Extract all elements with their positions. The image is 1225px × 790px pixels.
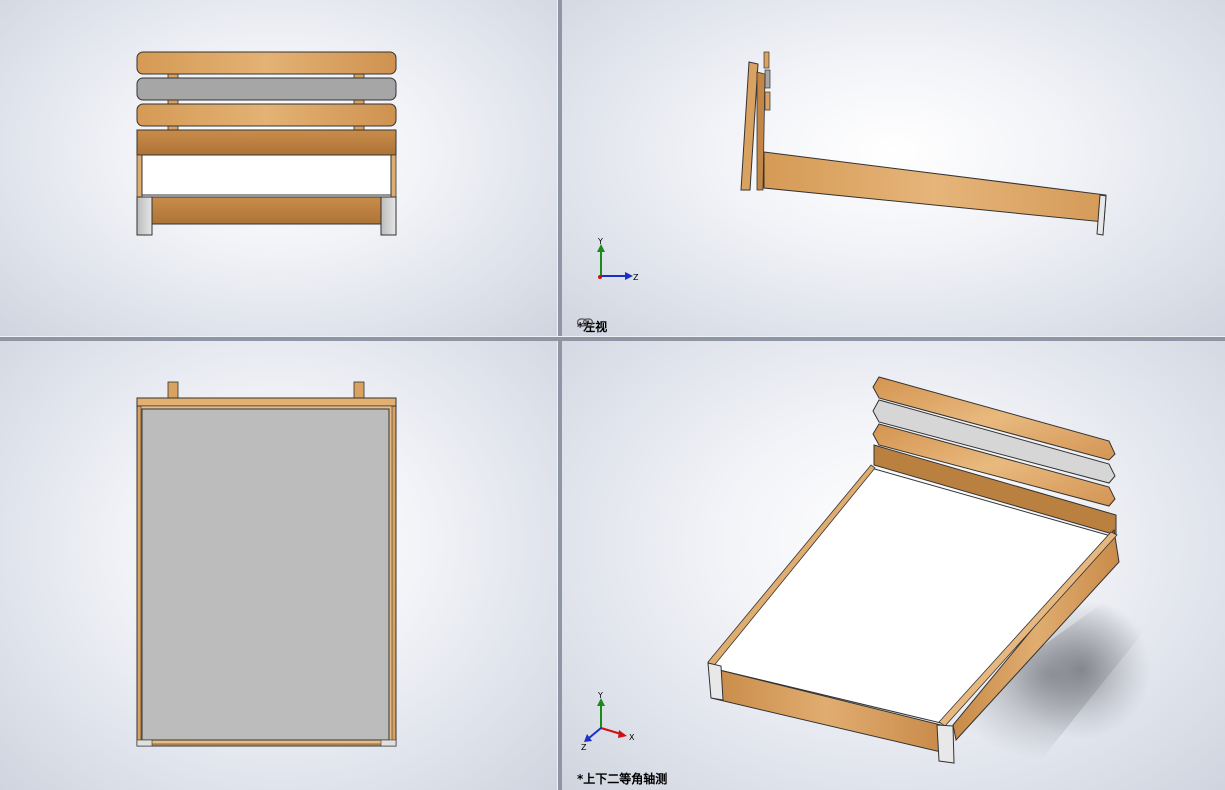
top-head-rail: [136, 397, 397, 407]
left-slat-2: [764, 69, 771, 89]
viewport-grid: Y Z *左视 Y X Z *上下二等角轴测: [0, 0, 1225, 790]
front-viewport[interactable]: [0, 0, 557, 336]
top-leg-left: [136, 739, 153, 747]
left-viewport[interactable]: Y Z *左视: [561, 0, 1225, 336]
left-side-rail: [763, 151, 1107, 223]
left-slat-1: [763, 51, 770, 69]
top-leg-right: [380, 739, 397, 747]
iso-view-label: *上下二等角轴测: [577, 770, 667, 787]
frame-side-right: [390, 154, 397, 198]
front-view-model: [136, 51, 397, 236]
left-triad-y-label: Y: [597, 237, 603, 246]
top-viewport[interactable]: [0, 340, 557, 790]
leg-left: [136, 196, 153, 236]
iso-triad-x-label: X: [629, 733, 635, 742]
iso-triad: Y X Z: [581, 691, 635, 752]
headboard-slat-gray: [136, 77, 397, 101]
isometric-model: [707, 376, 1161, 764]
headboard-slat-top: [136, 51, 397, 75]
mattress: [141, 154, 392, 196]
left-triad-z-label: Z: [633, 273, 639, 282]
iso-triad-z-label: Z: [581, 743, 587, 752]
headboard-slat-bottom: [136, 103, 397, 127]
frame-side-left: [136, 154, 143, 198]
left-triad: Y Z: [597, 237, 639, 282]
left-headboard-post: [740, 61, 759, 191]
top-view-model: [136, 381, 397, 747]
iso-triad-y-label: Y: [597, 691, 603, 700]
iso-leg-front-right: [936, 724, 955, 764]
isometric-viewport[interactable]: Y X Z *上下二等角轴测: [561, 340, 1225, 790]
left-view-label: *左视: [577, 318, 607, 335]
footboard-rail: [151, 196, 382, 225]
iso-view-name: 上下二等角轴测: [583, 772, 668, 786]
left-slat-3: [764, 91, 771, 111]
leg-right: [380, 196, 397, 236]
link-icon: [577, 318, 593, 327]
iso-leg-front-left: [707, 662, 724, 701]
headboard-panel: [136, 129, 397, 156]
top-mattress: [141, 408, 390, 741]
left-view-model: [740, 51, 1107, 236]
viewport-splitter-horizontal[interactable]: [0, 336, 1225, 341]
viewport-splitter-vertical[interactable]: [557, 0, 562, 790]
